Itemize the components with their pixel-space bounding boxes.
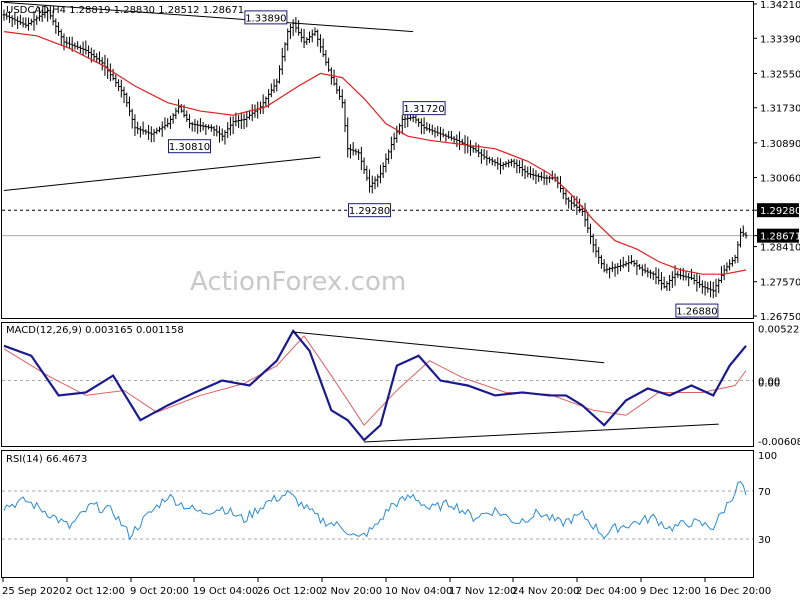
price-tick-label: 1.28410 xyxy=(760,243,800,254)
price-tick-label: 1.28671 xyxy=(760,232,800,243)
time-tick-label: 2 Dec 04:00 xyxy=(576,586,637,597)
annotation-label: 1.33890 xyxy=(245,13,286,24)
price-tick: 1.30890 xyxy=(753,139,800,150)
annotation-label: 1.29280 xyxy=(349,206,390,217)
rsi-tick: 30 xyxy=(758,535,771,546)
price-tick-label: 1.26750 xyxy=(760,312,800,323)
time-tick-label: 2 Oct 12:00 xyxy=(66,586,125,597)
price-tick: 1.27570 xyxy=(753,278,800,289)
annotation-label: 1.31720 xyxy=(403,104,444,115)
price-tick-label: 1.32550 xyxy=(760,69,800,80)
price-tick: 1.29280 xyxy=(753,203,800,218)
annotation-label: 1.26880 xyxy=(676,307,717,318)
rsi-title: RSI(14) 66.4673 xyxy=(6,454,87,465)
price-tick: 1.28410 xyxy=(753,243,800,254)
annotation-label: 1.30810 xyxy=(169,142,210,153)
price-annotation: 1.30810 xyxy=(168,139,211,154)
time-tick-label: 24 Nov 20:00 xyxy=(512,586,579,597)
time-tick-label: 25 Sep 2020 xyxy=(2,586,65,597)
macd-title: MACD(12,26,9) 0.003165 0.001158 xyxy=(6,325,184,336)
price-tick-label: 1.34210 xyxy=(760,0,800,11)
rsi-tick: 100 xyxy=(758,451,777,462)
time-tick-label: 16 Dec 20:00 xyxy=(704,586,771,597)
time-tick-label: 9 Dec 12:00 xyxy=(640,586,701,597)
price-tick-label: 1.29280 xyxy=(760,206,800,217)
time-tick-label: 26 Oct 12:00 xyxy=(257,586,322,597)
macd-tick: 0.005224 xyxy=(758,325,800,336)
macd-tick-label: 0.00 xyxy=(758,379,780,390)
price-tick: 1.34210 xyxy=(753,0,800,11)
price-tick-label: 1.33390 xyxy=(760,34,800,45)
price-tick-label: 1.30060 xyxy=(760,174,800,185)
rsi-tick: 70 xyxy=(758,487,771,498)
time-tick-label: 10 Nov 04:00 xyxy=(385,586,452,597)
price-tick: 1.28671 xyxy=(753,228,800,243)
price-tick-label: 1.30890 xyxy=(760,139,800,150)
rsi-tick-label: 30 xyxy=(758,535,771,546)
time-tick-label: 2 Nov 20:00 xyxy=(321,586,382,597)
rsi-tick-label: 70 xyxy=(758,487,771,498)
price-tick: 1.30060 xyxy=(753,174,800,185)
price-tick: 1.33390 xyxy=(753,34,800,45)
macd-tick: -0.006088 xyxy=(758,437,800,448)
price-annotation: 1.26880 xyxy=(675,303,719,318)
price-tick-label: 1.31730 xyxy=(760,104,800,115)
macd-tick: 0.00 xyxy=(758,379,780,390)
macd-tick-label: 0.005224 xyxy=(758,325,800,336)
time-tick-label: 9 Oct 20:00 xyxy=(130,586,189,597)
rsi-tick-label: 100 xyxy=(758,451,777,462)
price-tick: 1.31730 xyxy=(753,104,800,115)
price-annotation: 1.31720 xyxy=(402,101,446,116)
watermark: ActionForex.com xyxy=(190,267,406,297)
price-tick: 1.26750 xyxy=(753,312,800,323)
macd-tick-label: -0.006088 xyxy=(758,437,800,448)
price-tick: 1.32550 xyxy=(753,69,800,80)
price-annotation: 1.29280 xyxy=(348,203,392,218)
chart-area: ActionForex.com USDCAD,H4 1.28819 1.2883… xyxy=(0,0,800,600)
price-annotation: 1.33890 xyxy=(244,10,288,25)
price-tick-label: 1.27570 xyxy=(760,278,800,289)
time-tick-label: 19 Oct 04:00 xyxy=(193,586,258,597)
time-tick-label: 17 Nov 12:00 xyxy=(449,586,516,597)
